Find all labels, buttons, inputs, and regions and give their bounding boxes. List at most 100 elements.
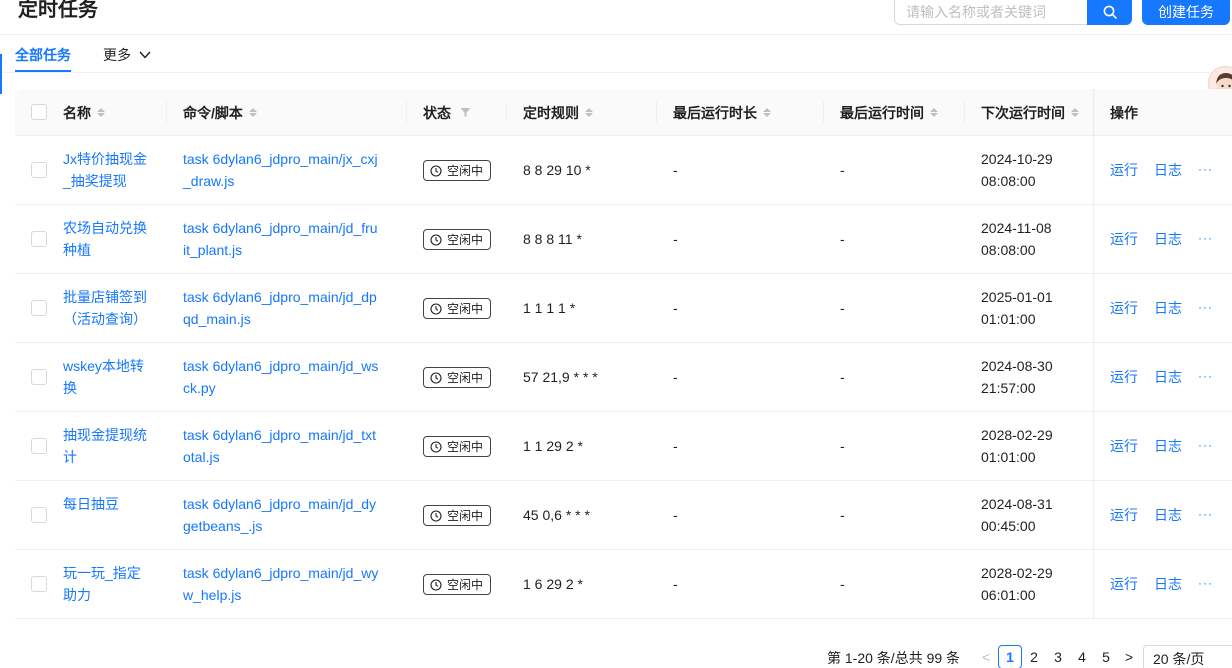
last-duration: - bbox=[673, 369, 678, 385]
column-header-cron[interactable]: 定时规则 bbox=[523, 89, 593, 136]
log-button[interactable]: 日志 bbox=[1154, 573, 1182, 595]
more-actions-button[interactable]: ··· bbox=[1198, 572, 1213, 594]
more-actions-button[interactable]: ··· bbox=[1198, 503, 1213, 525]
more-actions-button[interactable]: ··· bbox=[1198, 434, 1213, 456]
task-command-link[interactable]: task 6dylan6_jdpro_main/jd_ws ck.py bbox=[183, 355, 403, 399]
clock-icon bbox=[430, 440, 442, 453]
pagination-prev[interactable]: < bbox=[982, 649, 990, 665]
log-button[interactable]: 日志 bbox=[1154, 228, 1182, 250]
task-command-link[interactable]: task 6dylan6_jdpro_main/jx_cxj _draw.js bbox=[183, 148, 403, 192]
next-run-time: 2024-08-31 00:45:00 bbox=[981, 496, 1053, 534]
search-input[interactable] bbox=[894, 0, 1087, 25]
next-run-time: 2025-01-01 01:01:00 bbox=[981, 289, 1053, 327]
clock-icon bbox=[430, 164, 442, 177]
row-checkbox[interactable] bbox=[31, 576, 47, 592]
cron-rule: 1 1 1 1 * bbox=[523, 300, 576, 316]
run-button[interactable]: 运行 bbox=[1110, 366, 1138, 388]
row-checkbox[interactable] bbox=[31, 507, 47, 523]
task-name-link[interactable]: 批量店铺签到 （活动查询） bbox=[63, 286, 163, 330]
table-header: 名称 命令/脚本 状态 定时规则 最后运行时长 最后运行时间 下次运行时间 操作 bbox=[15, 89, 1232, 136]
last-duration: - bbox=[673, 231, 678, 247]
run-button[interactable]: 运行 bbox=[1110, 573, 1138, 595]
clock-icon bbox=[430, 509, 442, 522]
table-body: Jx特价抽现金 _抽奖提现 task 6dylan6_jdpro_main/jx_c… bbox=[15, 136, 1232, 619]
more-actions-button[interactable]: ··· bbox=[1198, 296, 1213, 318]
column-header-last-duration[interactable]: 最后运行时长 bbox=[673, 89, 771, 136]
pagination-page-2[interactable]: 2 bbox=[1022, 645, 1046, 668]
search-icon bbox=[1103, 5, 1117, 19]
row-checkbox[interactable] bbox=[31, 438, 47, 454]
row-checkbox[interactable] bbox=[31, 300, 47, 316]
task-name-link[interactable]: Jx特价抽现金 _抽奖提现 bbox=[63, 148, 163, 192]
pagination-next[interactable]: > bbox=[1125, 649, 1133, 665]
more-actions-button[interactable]: ··· bbox=[1198, 365, 1213, 387]
next-run-time: 2024-11-08 08:08:00 bbox=[981, 220, 1052, 258]
more-actions-button[interactable]: ··· bbox=[1198, 227, 1213, 249]
last-duration: - bbox=[673, 576, 678, 592]
task-command-link[interactable]: task 6dylan6_jdpro_main/jd_wy w_help.js bbox=[183, 562, 403, 606]
column-header-last-run[interactable]: 最后运行时间 bbox=[840, 89, 938, 136]
task-table: 名称 命令/脚本 状态 定时规则 最后运行时长 最后运行时间 下次运行时间 操作… bbox=[15, 89, 1232, 619]
task-command-link[interactable]: task 6dylan6_jdpro_main/jd_dp qd_main.js bbox=[183, 286, 403, 330]
last-duration: - bbox=[673, 300, 678, 316]
status-badge: 空闲中 bbox=[423, 298, 492, 319]
tab-active-indicator bbox=[15, 70, 71, 72]
log-button[interactable]: 日志 bbox=[1154, 504, 1182, 526]
pagination: 第 1-20 条/总共 99 条 < 1 2 3 4 5 > 20 条/页 bbox=[0, 645, 1232, 668]
run-button[interactable]: 运行 bbox=[1110, 435, 1138, 457]
run-button[interactable]: 运行 bbox=[1110, 228, 1138, 250]
sort-icon bbox=[930, 108, 938, 117]
task-name-link[interactable]: 玩一玩_指定 助力 bbox=[63, 562, 163, 606]
task-command-link[interactable]: task 6dylan6_jdpro_main/jd_txt otal.js bbox=[183, 424, 403, 468]
select-all-checkbox[interactable] bbox=[31, 104, 47, 120]
task-name-link[interactable]: 抽现金提现统计 bbox=[63, 424, 163, 468]
left-accent-bar bbox=[0, 54, 2, 94]
filter-icon[interactable] bbox=[460, 107, 471, 118]
row-checkbox[interactable] bbox=[31, 369, 47, 385]
task-command-link[interactable]: task 6dylan6_jdpro_main/jd_fru it_plant.j… bbox=[183, 217, 403, 261]
log-button[interactable]: 日志 bbox=[1154, 297, 1182, 319]
status-badge: 空闲中 bbox=[423, 436, 492, 457]
pagination-page-4[interactable]: 4 bbox=[1070, 645, 1094, 668]
tab-all-tasks[interactable]: 全部任务 bbox=[15, 45, 71, 65]
run-button[interactable]: 运行 bbox=[1110, 504, 1138, 526]
status-badge: 空闲中 bbox=[423, 160, 492, 181]
cron-rule: 1 6 29 2 * bbox=[523, 576, 583, 592]
pagination-page-5[interactable]: 5 bbox=[1094, 645, 1118, 668]
page-size-select[interactable]: 20 条/页 bbox=[1143, 645, 1232, 668]
last-run-time: - bbox=[840, 369, 845, 385]
pagination-page-1[interactable]: 1 bbox=[998, 645, 1022, 668]
status-badge: 空闲中 bbox=[423, 574, 492, 595]
column-header-command[interactable]: 命令/脚本 bbox=[183, 89, 257, 136]
last-run-time: - bbox=[840, 162, 845, 178]
column-header-name[interactable]: 名称 bbox=[63, 89, 105, 136]
row-checkbox[interactable] bbox=[31, 162, 47, 178]
column-header-actions: 操作 bbox=[1110, 104, 1138, 121]
task-name-link[interactable]: 农场自动兑换 种植 bbox=[63, 217, 163, 261]
pagination-total: 第 1-20 条/总共 99 条 bbox=[827, 650, 961, 666]
sort-icon bbox=[1071, 108, 1079, 117]
column-header-next-run[interactable]: 下次运行时间 bbox=[981, 89, 1079, 136]
run-button[interactable]: 运行 bbox=[1110, 297, 1138, 319]
column-header-status[interactable]: 状态 bbox=[423, 89, 471, 136]
create-task-button[interactable]: 创建任务 bbox=[1142, 0, 1230, 25]
task-name-link[interactable]: wskey本地转换 bbox=[63, 355, 163, 399]
clock-icon bbox=[430, 233, 442, 246]
tab-more[interactable]: 更多 bbox=[103, 45, 151, 65]
last-duration: - bbox=[673, 507, 678, 523]
table-row: 抽现金提现统计 task 6dylan6_jdpro_main/jd_txt ota… bbox=[15, 412, 1232, 481]
pagination-page-3[interactable]: 3 bbox=[1046, 645, 1070, 668]
search-button[interactable] bbox=[1087, 0, 1132, 25]
table-row: 农场自动兑换 种植 task 6dylan6_jdpro_main/jd_fru it… bbox=[15, 205, 1232, 274]
run-button[interactable]: 运行 bbox=[1110, 159, 1138, 181]
status-badge: 空闲中 bbox=[423, 367, 492, 388]
log-button[interactable]: 日志 bbox=[1154, 159, 1182, 181]
more-actions-button[interactable]: ··· bbox=[1198, 158, 1213, 180]
log-button[interactable]: 日志 bbox=[1154, 435, 1182, 457]
log-button[interactable]: 日志 bbox=[1154, 366, 1182, 388]
row-checkbox[interactable] bbox=[31, 231, 47, 247]
table-row: 批量店铺签到 （活动查询） task 6dylan6_jdpro_main/jd_d… bbox=[15, 274, 1232, 343]
task-name-link[interactable]: 每日抽豆 bbox=[63, 493, 163, 515]
table-row: Jx特价抽现金 _抽奖提现 task 6dylan6_jdpro_main/jx_c… bbox=[15, 136, 1232, 205]
task-command-link[interactable]: task 6dylan6_jdpro_main/jd_dy getbeans_.j… bbox=[183, 493, 403, 537]
